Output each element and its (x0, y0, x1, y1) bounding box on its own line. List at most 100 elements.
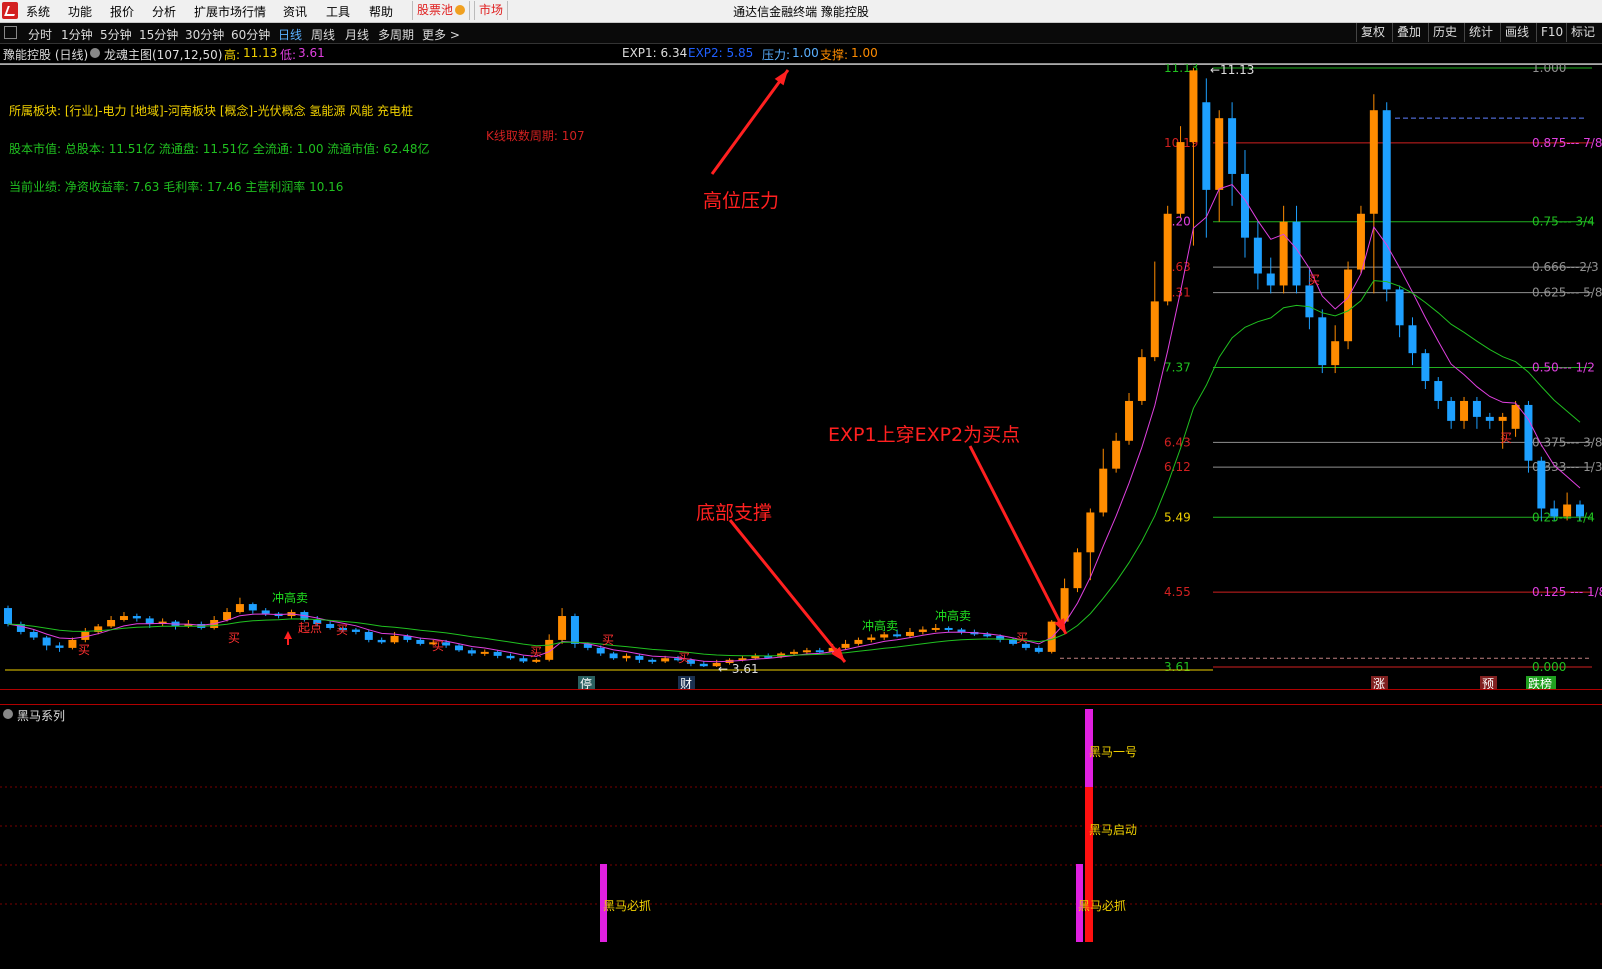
period-intraday[interactable]: 分时 (28, 26, 52, 43)
buy-mark: 买 (432, 639, 444, 653)
history-button[interactable]: 历史 (1428, 23, 1461, 42)
period-more[interactable]: 更多 > (422, 26, 460, 43)
panel-toggle-icon[interactable] (4, 26, 17, 39)
candle-body (918, 629, 927, 632)
candle-body (1498, 416, 1507, 421)
heima-must-label-2: 黑马必抓 (1078, 899, 1127, 913)
fib-ratio-label: 0.666---2/3 (1532, 260, 1599, 274)
period-daily[interactable]: 日线 (278, 26, 302, 43)
candle-body (1176, 142, 1185, 214)
buy-mark: 买 (678, 651, 690, 665)
candle-body (467, 650, 476, 654)
candle-body (1240, 173, 1249, 238)
support-label: 支撑: (820, 48, 849, 62)
buy-point-annotation: EXP1上穿EXP2为买点 (828, 424, 1021, 446)
candle-body (1472, 400, 1481, 417)
app-logo-icon (2, 2, 18, 19)
support-arrow (728, 519, 847, 663)
candle-body (145, 618, 154, 624)
candle-body (223, 612, 232, 621)
period-monthly[interactable]: 月线 (345, 26, 369, 43)
buy-mark: 买 (336, 623, 348, 637)
fib-ratio-label: 0.50--- 1/2 (1532, 361, 1595, 375)
fib-price-label: 4.55 (1164, 585, 1191, 599)
buy-mark: 买 (1016, 631, 1028, 645)
stock-pool-button[interactable]: 股票池 (412, 1, 471, 20)
exp1-line (7, 184, 1581, 663)
candle-body (261, 610, 270, 614)
overlay-button[interactable]: 叠加 (1392, 23, 1425, 42)
stock-pool-label: 股票池 (417, 3, 454, 17)
kline-period-note: K线取数周期: 107 (486, 129, 585, 143)
bottom-tag: 停 (580, 676, 592, 691)
candle-body (480, 651, 489, 654)
period-30min[interactable]: 30分钟 (185, 26, 224, 43)
candle-body (957, 629, 966, 632)
candle-body (364, 631, 373, 640)
menu-help[interactable]: 帮助 (369, 3, 393, 20)
candle-body (815, 650, 824, 653)
candle-body (326, 623, 335, 628)
candle-body (880, 634, 889, 638)
menu-function[interactable]: 功能 (68, 3, 92, 20)
candle-body (1305, 285, 1314, 318)
candle-body (1266, 273, 1275, 286)
candle-body (1485, 416, 1494, 421)
menu-quote[interactable]: 报价 (110, 3, 134, 20)
period-1min[interactable]: 1分钟 (61, 26, 93, 43)
candle-body (1434, 381, 1443, 401)
mark-button[interactable]: 标记 (1566, 23, 1599, 42)
menu-info[interactable]: 资讯 (283, 3, 307, 20)
fuquan-button[interactable]: 复权 (1356, 23, 1389, 42)
menu-analysis[interactable]: 分析 (152, 3, 176, 20)
indicator-name[interactable]: 龙魂主图(107,12,50) (104, 46, 222, 63)
buy-point-arrow (968, 445, 1068, 635)
f10-button[interactable]: F10 (1536, 23, 1567, 42)
period-weekly[interactable]: 周线 (311, 26, 335, 43)
menu-system[interactable]: 系统 (26, 3, 50, 20)
candle-body (931, 627, 940, 630)
sector-note: 所属板块: [行业]-电力 [地域]-河南板块 [概念]-光伏概念 氢能源 风能… (9, 104, 414, 118)
candle-body (1511, 404, 1520, 429)
sell-high-mark: 冲高卖 (935, 608, 971, 623)
candle-body (519, 658, 528, 662)
period-15min[interactable]: 15分钟 (139, 26, 178, 43)
candle-body (790, 651, 798, 654)
candle-body (493, 651, 502, 656)
candle-body (1150, 301, 1159, 358)
bottom-support-annotation: 底部支撑 (696, 502, 773, 524)
candle-body (570, 616, 579, 644)
draw-button[interactable]: 画线 (1500, 23, 1533, 42)
candle-body (416, 639, 425, 644)
candle-body (377, 639, 386, 643)
candle-body (1034, 647, 1043, 652)
fib-ratio-label: 0.125 --- 1/8 (1532, 585, 1602, 599)
candle-body (506, 655, 515, 659)
candle-body (1318, 317, 1327, 366)
candle-body (390, 635, 399, 643)
period-60min[interactable]: 60分钟 (231, 26, 270, 43)
period-multi[interactable]: 多周期 (378, 26, 414, 43)
candle-body (867, 637, 876, 640)
candle-body (532, 659, 541, 662)
candle-body (55, 645, 64, 648)
stats-button[interactable]: 统计 (1464, 23, 1497, 42)
candle-body (648, 659, 657, 662)
menu-extended-market[interactable]: 扩展市场行情 (194, 3, 266, 20)
candle-body (42, 637, 51, 646)
indicator-dropdown-icon[interactable] (90, 48, 100, 58)
period-5min[interactable]: 5分钟 (100, 26, 132, 43)
market-button[interactable]: 市场 (474, 1, 509, 20)
candle-body (635, 655, 644, 660)
kline-chart[interactable]: 11.131.00010.190.875--- 7/89.200.75--- 3… (0, 64, 1602, 704)
sell-high-mark: 冲高卖 (272, 590, 308, 605)
candle-body (893, 634, 902, 637)
menu-tools[interactable]: 工具 (326, 3, 350, 20)
heima-start-bar (1085, 787, 1093, 942)
indicator-panel: 黑马系列 黑马一号 黑马启动 黑马必抓 黑马必抓 (0, 704, 1602, 969)
candle-body (1163, 213, 1172, 302)
candle-body (854, 639, 863, 644)
panel-chart[interactable] (0, 705, 1602, 969)
high-label: 高: (224, 48, 241, 62)
candle-body (609, 653, 618, 659)
